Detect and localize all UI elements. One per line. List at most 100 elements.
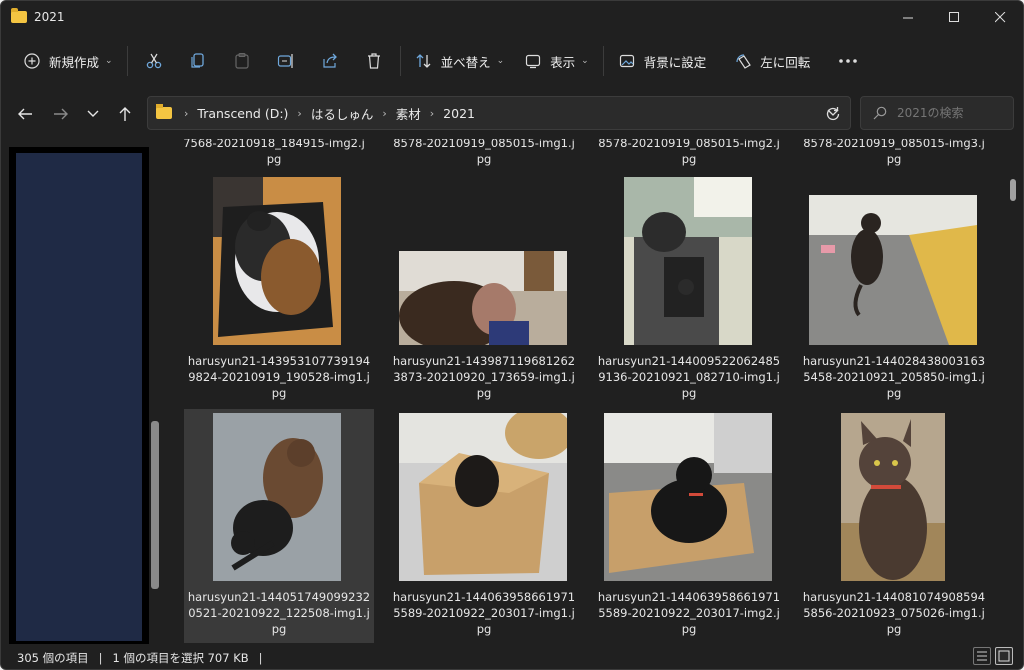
rename-icon <box>277 54 293 68</box>
item-count: 305 個の項目 <box>17 651 89 665</box>
chevron-down-icon: ⌄ <box>496 56 505 66</box>
set-background-button[interactable]: 背景に設定 <box>608 45 717 77</box>
file-item[interactable]: harusyun21-144063958661971 5589-20210922… <box>594 409 784 643</box>
delete-button[interactable] <box>352 45 396 77</box>
address-bar[interactable]: › Transcend (D:) › はるしゅん › 素材 › 2021 <box>147 96 851 130</box>
share-icon <box>322 53 337 68</box>
up-button[interactable] <box>111 100 139 128</box>
breadcrumb-drive[interactable]: Transcend (D:) <box>197 106 288 121</box>
copy-icon <box>190 53 204 68</box>
file-item-selected[interactable]: harusyun21-144051749099232 0521-20210922… <box>184 409 374 643</box>
breadcrumb-folder[interactable]: 素材 <box>396 104 421 123</box>
status-divider: | <box>98 651 103 665</box>
file-name: harusyun21-143953107739194 9824-20210919… <box>187 354 371 400</box>
image-thumbnail <box>399 251 567 345</box>
chevron-right-icon: › <box>382 106 387 120</box>
back-button[interactable] <box>11 100 39 128</box>
scissors-icon <box>146 53 161 69</box>
share-button[interactable] <box>308 45 352 77</box>
chevron-right-icon: › <box>297 106 302 120</box>
image-thumbnail <box>604 413 772 581</box>
details-view-button[interactable] <box>973 647 991 665</box>
file-name: harusyun21-144081074908594 5856-20210923… <box>802 590 986 636</box>
refresh-button[interactable] <box>819 100 847 128</box>
file-item[interactable]: 8578-20210919_085015-img3.j pg <box>799 139 989 169</box>
chevron-down-icon <box>87 110 99 117</box>
thumbnail-view-icon <box>998 650 1010 662</box>
file-explorer-window: 2021 新規作成 ⌄ 並べ替え ⌄ 表示 ⌄ 背景に設定 左に回転 › Tra… <box>0 0 1024 670</box>
chevron-down-icon: ⌄ <box>105 56 113 66</box>
rotate-left-button[interactable]: 左に回転 <box>724 45 820 77</box>
file-item[interactable]: harusyun21-144028438003163 5458-20210921… <box>799 173 989 407</box>
file-grid: 7568-20210918_184915-img2.j pg 8578-2021… <box>167 139 1007 644</box>
image-thumbnail <box>213 177 341 345</box>
arrow-left-icon <box>18 108 32 120</box>
arrow-right-icon <box>54 108 68 120</box>
file-name: harusyun21-144028438003163 5458-20210921… <box>802 354 986 400</box>
file-name: 8578-20210919_085015-img1.j pg <box>393 139 575 166</box>
file-name: 8578-20210919_085015-img2.j pg <box>598 139 780 166</box>
image-icon <box>618 52 636 70</box>
view-button[interactable]: 表示 ⌄ <box>514 45 599 77</box>
rotate-left-label: 左に回転 <box>760 54 811 70</box>
image-thumbnail <box>841 413 945 581</box>
close-icon <box>994 11 1005 22</box>
file-name: 7568-20210918_184915-img2.j pg <box>183 139 365 166</box>
thumbnail-view-button[interactable] <box>995 647 1013 665</box>
breadcrumb-folder[interactable]: はるしゅん <box>311 104 374 123</box>
view-icon <box>524 52 542 70</box>
chevron-right-icon: › <box>429 106 435 120</box>
close-button[interactable] <box>977 1 1023 33</box>
refresh-icon <box>826 107 840 121</box>
recent-locations-button[interactable] <box>79 100 107 128</box>
minimize-icon <box>902 17 913 18</box>
selection-info: 1 個の項目を選択 707 KB <box>112 651 249 665</box>
navigation-row: › Transcend (D:) › はるしゅん › 素材 › 2021 <box>1 94 1023 134</box>
file-name: 8578-20210919_085015-img3.j pg <box>803 139 985 166</box>
content-scrollbar[interactable] <box>1010 179 1016 201</box>
sort-arrows-icon <box>415 52 433 70</box>
file-item[interactable]: harusyun21-144063958661971 5589-20210922… <box>389 409 579 643</box>
rotate-left-icon <box>734 52 752 70</box>
file-name: harusyun21-144009522062485 9136-20210921… <box>597 354 781 400</box>
file-item[interactable]: 8578-20210919_085015-img2.j pg <box>594 139 784 169</box>
copy-button[interactable] <box>176 45 220 77</box>
navigation-pane-scrollbar[interactable] <box>151 421 159 589</box>
file-item[interactable]: harusyun21-143953107739194 9824-20210919… <box>184 173 374 407</box>
details-view-icon <box>977 651 987 661</box>
search-input[interactable] <box>895 105 1009 121</box>
rename-button[interactable] <box>264 45 308 77</box>
file-item[interactable]: 7568-20210918_184915-img2.j pg <box>179 139 369 169</box>
view-label: 表示 <box>550 54 576 70</box>
file-name: harusyun21-143987119681262 3873-20210920… <box>392 354 576 400</box>
forward-button[interactable] <box>47 100 75 128</box>
file-name: harusyun21-144063958661971 5589-20210922… <box>392 590 576 636</box>
cut-button[interactable] <box>132 45 176 77</box>
maximize-button[interactable] <box>931 1 977 33</box>
image-thumbnail <box>213 413 341 581</box>
file-item[interactable]: harusyun21-144009522062485 9136-20210921… <box>594 173 784 407</box>
file-item[interactable]: 8578-20210919_085015-img1.j pg <box>389 139 579 169</box>
maximize-icon <box>948 11 959 22</box>
search-box[interactable] <box>860 96 1014 130</box>
new-button[interactable]: 新規作成 ⌄ <box>13 45 123 77</box>
folder-icon <box>11 8 27 23</box>
file-name: harusyun21-144051749099232 0521-20210922… <box>187 590 371 636</box>
sort-button[interactable]: 並べ替え ⌄ <box>405 45 515 77</box>
sort-label: 並べ替え <box>440 54 491 70</box>
trash-icon <box>367 53 380 69</box>
new-label: 新規作成 <box>49 54 100 70</box>
minimize-button[interactable] <box>885 1 931 33</box>
more-options-button[interactable] <box>826 45 870 77</box>
divider <box>126 46 128 76</box>
clipboard-icon <box>234 52 249 69</box>
file-item[interactable]: harusyun21-143987119681262 3873-20210920… <box>389 173 579 407</box>
window-title: 2021 <box>34 10 65 24</box>
set-background-label: 背景に設定 <box>643 54 707 70</box>
paste-button[interactable] <box>220 45 264 77</box>
search-icon <box>873 106 887 120</box>
breadcrumb-current[interactable]: 2021 <box>443 106 475 121</box>
file-item[interactable]: harusyun21-144081074908594 5856-20210923… <box>799 409 989 643</box>
status-bar: 305 個の項目 | 1 個の項目を選択 707 KB | <box>1 645 1023 669</box>
navigation-pane-redacted <box>16 153 142 641</box>
